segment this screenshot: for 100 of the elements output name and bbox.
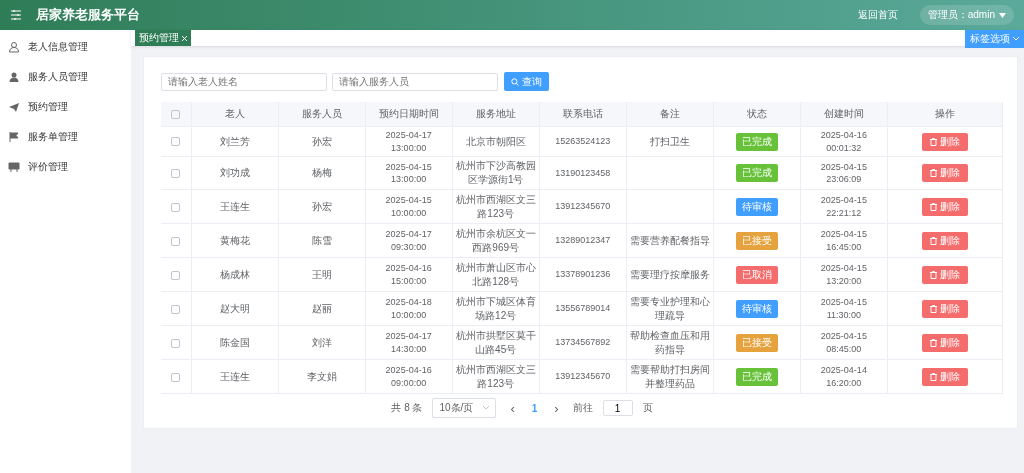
row-checkbox[interactable] (171, 236, 181, 246)
row-checkbox[interactable] (171, 372, 181, 382)
status-tag: 已接受 (735, 333, 778, 352)
table-cell: 2025-04-15 11:30:00 (800, 291, 888, 326)
table-cell: 王连生 (191, 359, 279, 394)
delete-button[interactable]: 删除 (921, 265, 968, 284)
column-header: 备注 (626, 102, 714, 127)
trash-icon (929, 137, 937, 146)
person-icon (8, 41, 20, 53)
table-cell: 2025-04-15 13:00:00 (365, 156, 453, 190)
chevron-down-icon (1013, 37, 1019, 41)
delete-button[interactable]: 删除 (921, 164, 968, 183)
table-cell: 13190123458 (539, 156, 627, 190)
table-cell: 13556789014 (539, 291, 627, 326)
status-tag: 已完成 (735, 132, 778, 151)
table-cell: 刘洋 (278, 325, 366, 360)
table-cell: 黄梅花 (191, 223, 279, 258)
delete-button[interactable]: 删除 (921, 367, 968, 386)
user-menu[interactable]: 管理员：admin (919, 5, 1014, 25)
table-cell: 孙宏 (278, 126, 366, 157)
table-cell: 王明 (278, 257, 366, 292)
menu-icon[interactable] (10, 9, 22, 21)
table-cell: 杭州市拱墅区莫干山路45号 (452, 325, 540, 360)
column-header: 创建时间 (800, 102, 888, 127)
page-size-select[interactable]: 10条/页 (432, 398, 497, 419)
row-checkbox[interactable] (171, 338, 181, 348)
table-cell: 北京市朝阳区 (452, 126, 540, 157)
home-link[interactable]: 返回首页 (857, 8, 898, 22)
table-cell: 杭州市下城区体育场路12号 (452, 291, 540, 326)
trash-icon (929, 304, 937, 313)
table-cell: 打扫卫生 (626, 126, 714, 157)
delete-button[interactable]: 删除 (921, 132, 968, 151)
trash-icon (929, 270, 937, 279)
table-cell: 2025-04-17 14:30:00 (365, 325, 453, 360)
search-icon (511, 77, 519, 86)
table-cell: 2025-04-17 13:00:00 (365, 126, 453, 157)
sidebar-item[interactable]: 老人信息管理 (0, 32, 131, 62)
column-header: 状态 (713, 102, 801, 127)
table-cell: 需要专业护理和心理疏导 (626, 291, 714, 326)
table-cell: 13378901236 (539, 257, 627, 292)
table-cell: 2025-04-15 22:21:12 (800, 189, 888, 224)
table-cell: 需要帮助打扫房间并整理药品 (626, 359, 714, 394)
table-cell: 13912345670 (539, 189, 627, 224)
table-cell: 杭州市萧山区市心北路128号 (452, 257, 540, 292)
table-cell: 杭州市西湖区文三路123号 (452, 359, 540, 394)
table-cell: 刘兰芳 (191, 126, 279, 157)
table-cell: 需要理疗按摩服务 (626, 257, 714, 292)
sidebar-item[interactable]: 预约管理 (0, 92, 131, 122)
page-tag[interactable]: 预约管理 (135, 30, 191, 46)
table-cell: 13912345670 (539, 359, 627, 394)
delete-button[interactable]: 删除 (921, 299, 968, 318)
table-cell: 杭州市余杭区文一西路969号 (452, 223, 540, 258)
column-header: 联系电话 (539, 102, 627, 127)
table-cell: 赵丽 (278, 291, 366, 326)
delete-button[interactable]: 删除 (921, 231, 968, 250)
search-field[interactable]: 请输入服务人员 (332, 72, 498, 91)
table-cell: 2025-04-16 09:00:00 (365, 359, 453, 394)
table-cell: 2025-04-15 08:45:00 (800, 325, 888, 360)
row-checkbox[interactable] (171, 169, 181, 178)
page-number[interactable]: 1 (528, 402, 541, 414)
status-tag: 已接受 (735, 231, 778, 250)
column-header: 操作 (887, 102, 1003, 127)
sidebar-item[interactable]: 评价管理 (0, 152, 131, 182)
table-cell: 杭州市西湖区文三路123号 (452, 189, 540, 224)
search-button[interactable]: 查询 (504, 72, 549, 91)
trash-icon (929, 338, 937, 347)
table-cell: 13734567892 (539, 325, 627, 360)
row-checkbox[interactable] (171, 270, 181, 280)
prev-page-button[interactable]: ‹ (506, 400, 519, 416)
table-cell: 2025-04-16 00:01:32 (800, 126, 888, 157)
trash-icon (929, 202, 937, 211)
table-cell: 需要营养配餐指导 (626, 223, 714, 258)
select-all-checkbox[interactable] (171, 110, 181, 120)
total-count: 共 8 条 (391, 401, 423, 416)
status-tag: 已完成 (735, 164, 778, 183)
person-icon (8, 71, 20, 83)
column-header: 服务地址 (452, 102, 540, 127)
table-cell: 13289012347 (539, 223, 627, 258)
row-checkbox[interactable] (171, 137, 181, 147)
sidebar-item[interactable]: 服务单管理 (0, 122, 131, 152)
column-header: 预约日期时间 (365, 102, 453, 127)
trash-icon (929, 372, 937, 381)
search-field[interactable]: 请输入老人姓名 (161, 72, 327, 91)
caret-down-icon (999, 12, 1006, 18)
tag-options-button[interactable]: 标签选项 (965, 30, 1024, 48)
delete-button[interactable]: 删除 (921, 197, 968, 216)
delete-button[interactable]: 删除 (921, 333, 968, 352)
sidebar-label: 预约管理 (28, 100, 68, 114)
table-cell: 2025-04-15 13:20:00 (800, 257, 888, 292)
page-input[interactable]: 1 (602, 400, 633, 417)
table-cell: 2025-04-14 16:20:00 (800, 359, 888, 394)
next-page-button[interactable]: › (550, 400, 563, 416)
row-checkbox[interactable] (171, 304, 181, 314)
table-cell: 陈金国 (191, 325, 279, 360)
sidebar-item[interactable]: 服务人员管理 (0, 62, 131, 92)
status-tag: 待审核 (735, 299, 778, 318)
row-checkbox[interactable] (171, 202, 181, 212)
table-cell: 2025-04-16 15:00:00 (365, 257, 453, 292)
table-cell: 2025-04-18 10:00:00 (365, 291, 453, 326)
close-icon[interactable] (182, 35, 187, 41)
